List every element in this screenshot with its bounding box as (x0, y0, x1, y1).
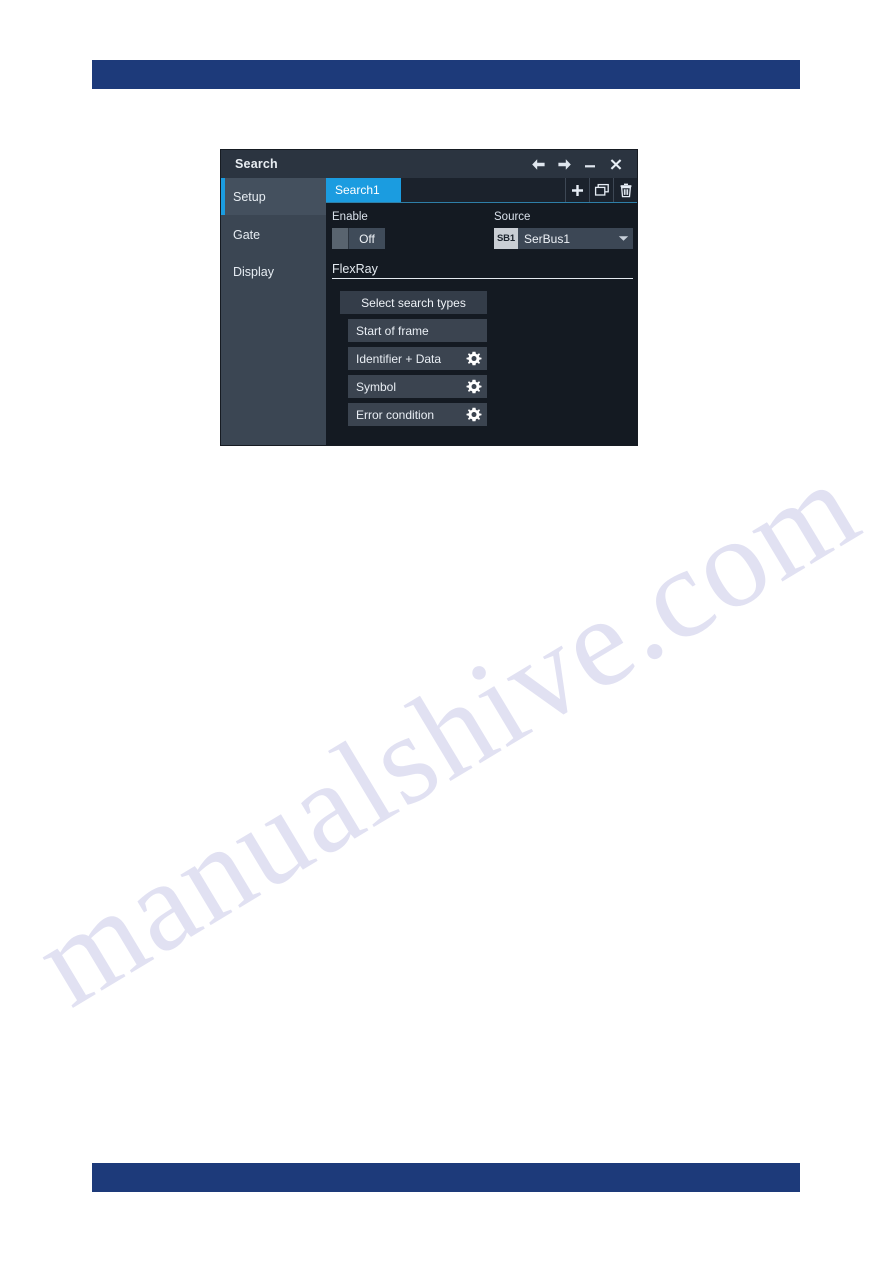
search-type-row-symbol[interactable]: Symbol (348, 375, 487, 398)
toggle-knob (332, 228, 349, 249)
gear-icon[interactable] (466, 407, 482, 423)
dialog-body: Setup Gate Display Search1 Enable Off So… (221, 178, 637, 445)
select-search-types-button[interactable]: Select search types (340, 291, 487, 314)
page-watermark: manualshive.com (11, 432, 882, 1034)
sidebar-item-gate[interactable]: Gate (221, 216, 326, 253)
back-arrow-icon[interactable] (525, 151, 551, 177)
sidebar-item-label: Setup (233, 189, 266, 204)
sidebar-item-label: Gate (233, 227, 261, 242)
search-dialog: Search Setup Gate Display Search1 Enable… (221, 150, 637, 445)
enable-field: Enable Off (332, 209, 494, 254)
search-type-row-error-condition[interactable]: Error condition (348, 403, 487, 426)
source-value: SerBus1 (524, 231, 571, 246)
search-type-label: Symbol (356, 379, 397, 394)
tab-label: Search1 (335, 183, 380, 197)
chevron-down-icon[interactable] (613, 228, 633, 249)
duplicate-window-icon[interactable] (589, 178, 613, 202)
minimize-icon[interactable] (577, 151, 603, 177)
select-search-types-label: Select search types (361, 295, 466, 310)
search-tabbar: Search1 (326, 178, 637, 203)
search-type-row-identifier-data[interactable]: Identifier + Data (348, 347, 487, 370)
enable-label: Enable (332, 211, 368, 223)
page-header-rule (92, 60, 800, 89)
search-type-row-start-of-frame[interactable]: Start of frame (348, 319, 487, 342)
dialog-title: Search (235, 157, 278, 171)
gear-icon[interactable] (466, 379, 482, 395)
enable-toggle[interactable]: Off (332, 228, 385, 249)
tabbar-spacer (401, 178, 565, 202)
sidebar-item-label: Display (233, 264, 274, 279)
search-types-section: Select search types Start of frame Ident… (332, 291, 637, 426)
delete-trash-icon[interactable] (613, 178, 637, 202)
gear-icon[interactable] (466, 351, 482, 367)
enable-toggle-label: Off (359, 231, 375, 246)
protocol-label: FlexRay (332, 262, 633, 279)
source-label: Source (494, 211, 531, 223)
dialog-titlebar: Search (221, 150, 637, 178)
search-type-label: Error condition (356, 407, 435, 422)
setup-panel: Enable Off Source SB1 SerBus1 FlexRay Se… (326, 203, 637, 426)
add-icon[interactable] (565, 178, 589, 202)
serial-bus-badge: SB1 (494, 228, 518, 249)
forward-arrow-icon[interactable] (551, 151, 577, 177)
enable-source-row: Enable Off Source SB1 SerBus1 (332, 209, 637, 254)
dialog-sidebar: Setup Gate Display (221, 178, 326, 445)
dialog-content: Search1 Enable Off Source SB1 SerBus1 Fl… (326, 178, 637, 445)
source-dropdown[interactable]: SB1 SerBus1 (494, 228, 633, 249)
source-field: Source SB1 SerBus1 (494, 209, 637, 254)
tab-search1[interactable]: Search1 (326, 178, 401, 202)
search-types-list: Start of frame Identifier + Data Symbol … (340, 319, 637, 426)
sidebar-item-display[interactable]: Display (221, 253, 326, 290)
sidebar-item-setup[interactable]: Setup (221, 178, 326, 215)
search-type-label: Identifier + Data (356, 351, 442, 366)
close-icon[interactable] (603, 151, 629, 177)
search-type-label: Start of frame (356, 323, 429, 338)
page-footer-rule (92, 1163, 800, 1192)
